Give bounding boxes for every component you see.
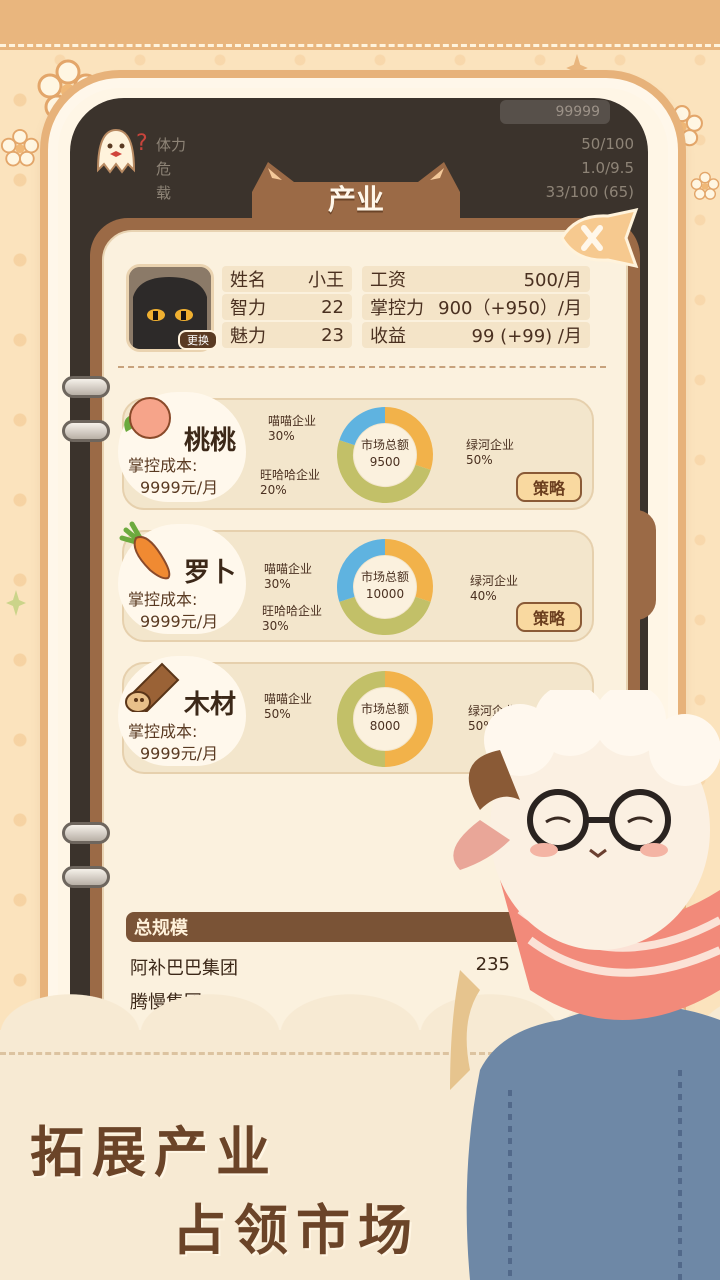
donut-center-value: 8000	[370, 719, 401, 733]
ghost-icon: ?	[78, 110, 158, 190]
slogan-line-2: 占领市场	[172, 1199, 420, 1262]
intelligence-row: 智力 22	[222, 294, 352, 320]
donut-center-label: 市场总额	[361, 569, 409, 584]
income-row: 收益 99 (+99) /月	[362, 322, 590, 348]
flower-icon	[690, 156, 720, 216]
control-cost-label: 掌控成本:	[128, 456, 198, 475]
sparkle-icon	[6, 588, 26, 618]
industry-name: 罗卜	[184, 558, 237, 588]
control-row: 掌控力 900（+950）/月	[362, 294, 590, 320]
binder-ring	[62, 866, 110, 888]
slice-label: 喵喵企业 30%	[268, 414, 317, 443]
control-cost-value: 9999元/月	[140, 744, 219, 763]
salary-row: 工资 500/月	[362, 266, 590, 292]
peach-icon	[120, 392, 176, 448]
industry-name: 木材	[184, 690, 237, 720]
top-scallop-border	[0, 0, 720, 52]
notebook-tab	[626, 510, 656, 620]
market-donut-chart: 市场总额 9500	[337, 407, 433, 503]
control-cost-value: 9999元/月	[140, 478, 219, 497]
wood-log-icon	[122, 656, 182, 716]
divider	[118, 366, 606, 368]
slice-label: 旺哈哈企业 20%	[260, 468, 321, 497]
close-fish-icon[interactable]	[556, 207, 644, 269]
control-cost-label: 掌控成本:	[128, 722, 198, 741]
carrot-icon	[118, 520, 182, 588]
strategy-button[interactable]: 策略	[516, 472, 582, 502]
flower-icon	[0, 128, 40, 168]
strategy-button[interactable]: 策略	[516, 602, 582, 632]
panel-title: 产业	[327, 183, 384, 216]
slice-label: 绿河企业 50%	[466, 438, 515, 467]
svg-text:?: ?	[136, 131, 148, 156]
binder-ring	[62, 822, 110, 844]
binder-ring	[62, 420, 110, 442]
sheep-mascot	[440, 684, 720, 1280]
control-cost-label: 掌控成本:	[128, 590, 198, 609]
background-currency: 99999	[500, 100, 610, 124]
name-row: 姓名 小王	[222, 266, 352, 292]
slice-label: 旺哈哈企业 30%	[262, 604, 323, 633]
slogan-line-1: 拓展产业	[30, 1121, 278, 1184]
slice-label: 绿河企业 40%	[470, 574, 519, 603]
charm-row: 魅力 23	[222, 322, 352, 348]
top-stitch-line	[0, 44, 720, 48]
change-character-button[interactable]: 更换	[178, 330, 218, 350]
donut-center-value: 9500	[370, 455, 401, 469]
slice-label: 喵喵企业 50%	[264, 692, 313, 721]
market-donut-chart: 市场总额 10000	[337, 539, 433, 635]
control-cost-value: 9999元/月	[140, 612, 219, 631]
binder-ring	[62, 376, 110, 398]
donut-center-label: 市场总额	[361, 701, 409, 716]
market-donut-chart: 市场总额 8000	[337, 671, 433, 767]
donut-center-label: 市场总额	[361, 437, 409, 452]
slice-label: 喵喵企业 30%	[264, 562, 313, 591]
donut-center-value: 10000	[366, 587, 404, 601]
